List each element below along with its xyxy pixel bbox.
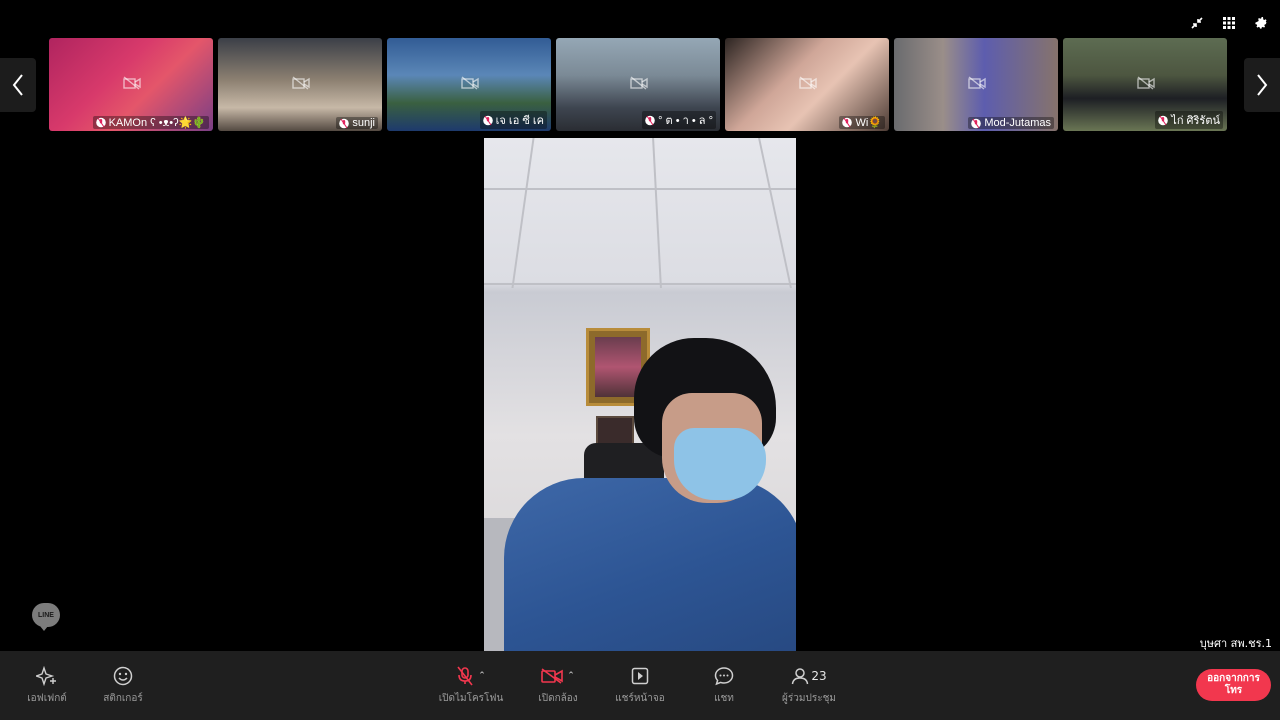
wall-picture (596, 416, 634, 446)
person-icon (792, 668, 809, 685)
chevron-left-icon (12, 74, 23, 96)
mic-muted-icon (457, 666, 473, 686)
participants-button[interactable]: 23 ผู้ร่วมประชุม (778, 651, 840, 720)
participant-name: ไก่ ศิริรัตน์ (1171, 115, 1220, 127)
participant-label: sunji (336, 117, 378, 129)
ceiling-line (652, 138, 662, 288)
camera-off-icon (461, 76, 479, 90)
smiley-icon (113, 666, 133, 686)
camera-off-icon (541, 668, 564, 684)
mic-options-caret[interactable]: ⌃ (478, 671, 486, 681)
participant-label: ° ต • า • ล ° (642, 111, 716, 129)
camera-off-icon (968, 76, 986, 90)
ceiling-line (484, 188, 796, 190)
participant-label: ไก่ ศิริรัตน์ (1155, 111, 1223, 129)
participant-strip: KAMOn ʕ •ᴥ•ʔ🌟🌵 sunji เจ เอ ซี เค ° ต • า… (49, 38, 1227, 131)
mic-muted-icon (842, 117, 853, 128)
line-logo-text: LINE (38, 611, 54, 619)
call-toolbar: เอฟเฟกต์ สติกเกอร์ ⌃ เปิดไมโครโฟน ⌃ เปิด… (0, 651, 1280, 720)
participant-name: Wi🌻 (855, 117, 882, 129)
participants-count: 23 (811, 669, 827, 683)
camera-off-icon (630, 76, 648, 90)
chat-icon (714, 667, 734, 686)
camera-off-icon (799, 76, 817, 90)
ceiling-line (484, 283, 796, 285)
participant-tile[interactable]: KAMOn ʕ •ᴥ•ʔ🌟🌵 (49, 38, 213, 131)
mic-label: เปิดไมโครโฟน (438, 693, 504, 704)
mic-muted-icon (645, 115, 655, 125)
effects-button[interactable]: เอฟเฟกต์ (20, 651, 74, 720)
participant-label: เจ เอ ซี เค (479, 111, 547, 129)
effects-label: เอฟเฟกต์ (27, 693, 67, 704)
mic-muted-icon (339, 118, 350, 128)
window-controls (1188, 14, 1270, 32)
mic-muted-icon (971, 118, 982, 128)
main-video[interactable] (484, 138, 796, 651)
camera-off-icon (123, 76, 141, 90)
participant-name: ° ต • า • ล ° (658, 115, 713, 127)
camera-off-icon (292, 76, 310, 90)
ceiling-line (511, 138, 535, 288)
ceiling-line (758, 138, 792, 288)
line-logo: LINE (32, 603, 60, 631)
sticker-label: สติกเกอร์ (103, 693, 143, 704)
grid-icon[interactable] (1220, 14, 1238, 32)
participant-name: KAMOn ʕ •ᴥ•ʔ🌟🌵 (108, 117, 206, 129)
share-screen-label: แชร์หน้าจอ (615, 693, 665, 704)
chevron-right-icon (1257, 74, 1268, 96)
participant-tile[interactable]: Wi🌻 (725, 38, 889, 131)
participant-label: KAMOn ʕ •ᴥ•ʔ🌟🌵 (92, 116, 209, 129)
camera-options-caret[interactable]: ⌃ (567, 671, 575, 681)
share-screen-icon (631, 667, 649, 685)
camera-toggle-button[interactable]: ⌃ เปิดกล้อง (528, 651, 588, 720)
camera-off-icon (1137, 76, 1155, 90)
participant-tile[interactable]: sunji (218, 38, 382, 131)
mic-muted-icon (95, 117, 106, 128)
chat-button[interactable]: แชท (704, 651, 744, 720)
share-screen-button[interactable]: แชร์หน้าจอ (612, 651, 668, 720)
participant-tile[interactable]: เจ เอ ซี เค (387, 38, 551, 131)
participant-tile[interactable]: ° ต • า • ล ° (556, 38, 720, 131)
minimize-icon[interactable] (1188, 14, 1206, 32)
participant-tile[interactable]: Mod-Jutamas (894, 38, 1058, 131)
person-shirt (504, 478, 796, 651)
chat-label: แชท (714, 693, 734, 704)
speaker-name: บุษศา สพ.ชร.1 (1199, 637, 1272, 650)
participant-name: เจ เอ ซี เค (495, 115, 544, 127)
strip-next-button[interactable] (1244, 58, 1280, 112)
participant-label: Mod-Jutamas (968, 117, 1054, 129)
mic-muted-icon (1158, 115, 1169, 125)
sticker-button[interactable]: สติกเกอร์ (96, 651, 150, 720)
participant-tile[interactable]: ไก่ ศิริรัตน์ (1063, 38, 1227, 131)
sparkle-icon (36, 666, 56, 686)
participant-label: Wi🌻 (839, 116, 885, 129)
participant-name: Mod-Jutamas (984, 117, 1051, 129)
strip-prev-button[interactable] (0, 58, 36, 112)
mic-muted-icon (482, 115, 493, 125)
participants-label: ผู้ร่วมประชุม (782, 693, 836, 704)
gear-icon[interactable] (1252, 14, 1270, 32)
camera-label: เปิดกล้อง (538, 693, 578, 704)
participant-name: sunji (352, 117, 375, 129)
face-mask (674, 428, 766, 500)
mic-toggle-button[interactable]: ⌃ เปิดไมโครโฟน (436, 651, 506, 720)
leave-call-button[interactable]: ออกจากการโทร (1196, 669, 1271, 701)
